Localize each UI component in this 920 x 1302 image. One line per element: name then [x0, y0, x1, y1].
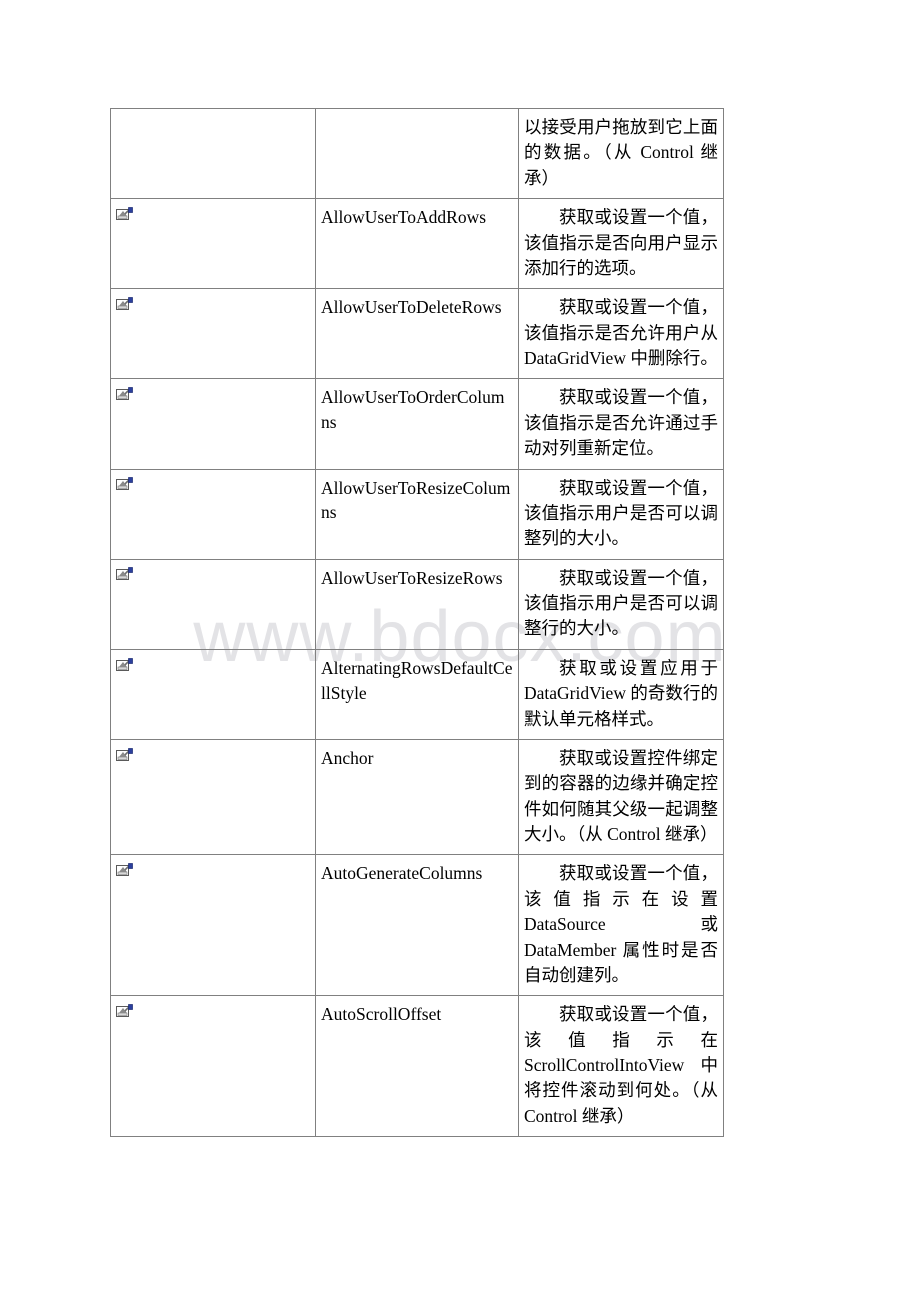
- property-description-text: 获取或设置一个值，该值指示用户是否可以调整列的大小。: [524, 477, 718, 549]
- property-description-cell: 获取或设置一个值，该值指示是否向用户显示添加行的选项。: [518, 198, 724, 290]
- property-description-text: 获取或设置一个值，该值指示在 ScrollControlIntoView 中将控…: [524, 1004, 718, 1126]
- property-name-cell: [315, 107, 519, 200]
- property-name-text: Anchor: [321, 747, 374, 768]
- property-icon-cell: [110, 558, 316, 650]
- property-name-text: AutoGenerateColumns: [321, 863, 483, 884]
- property-icon-cell: [110, 107, 316, 200]
- property-description-text: 获取或设置一个值，该值指示用户是否可以调整行的大小。: [524, 567, 718, 639]
- property-name-cell: AllowUserToResizeColumns: [315, 468, 519, 560]
- property-name-text: AllowUserToResizeColumns: [321, 477, 511, 523]
- property-description-cell: 获取或设置一个值，该值指示在 ScrollControlIntoView 中将控…: [518, 995, 724, 1138]
- table-row: Anchor 获取或设置控件绑定到的容器的边缘并确定控件如何随其父级一起调整大小。…: [110, 738, 724, 856]
- property-name-cell: Anchor: [315, 738, 519, 856]
- property-name-cell: AllowUserToOrderColumns: [315, 378, 519, 470]
- property-icon-cell: [110, 288, 316, 380]
- property-name-text: AutoScrollOffset: [321, 1004, 442, 1025]
- property-name-text: AllowUserToResizeRows: [321, 567, 503, 588]
- table-row: AllowUserToDeleteRows 获取或设置一个值，该值指示是否允许用户…: [110, 288, 724, 380]
- public-property-icon: [116, 747, 133, 763]
- table-row: AlternatingRowsDefaultCellStyle 获取或设置应用于 …: [110, 648, 724, 740]
- property-description-cell: 获取或设置一个值，该值指示用户是否可以调整行的大小。: [518, 558, 724, 650]
- table-row: AllowUserToResizeColumns 获取或设置一个值，该值指示用户是…: [110, 468, 724, 560]
- public-property-icon: [116, 567, 133, 582]
- table-row: AutoScrollOffset 获取或设置一个值，该值指示在 ScrollCon…: [110, 995, 724, 1138]
- property-description-text: 获取或设置一个值，该值指示是否允许通过手动对列重新定位。: [524, 387, 718, 459]
- property-icon-cell: [110, 738, 316, 856]
- property-name-text: AllowUserToOrderColumns: [321, 387, 505, 433]
- property-name-cell: AutoScrollOffset: [315, 995, 519, 1138]
- property-description-text: 以接受用户拖放到它上面的数据。（从 Control 继承）: [524, 117, 718, 188]
- public-property-icon: [116, 297, 133, 312]
- property-icon-cell: [110, 648, 316, 740]
- table-row: 以接受用户拖放到它上面的数据。（从 Control 继承）: [110, 107, 724, 200]
- property-description-cell: 获取或设置一个值，该值指示在设置 DataSource 或 DataMember…: [518, 854, 724, 997]
- public-property-icon: [116, 657, 133, 673]
- property-name-text: AllowUserToDeleteRows: [321, 297, 502, 318]
- public-property-icon: [116, 387, 133, 402]
- datagridview-properties-table: 以接受用户拖放到它上面的数据。（从 Control 继承） AllowUserTo…: [110, 107, 724, 1138]
- property-icon-cell: [110, 378, 316, 470]
- table-row: AllowUserToResizeRows 获取或设置一个值，该值指示用户是否可以…: [110, 558, 724, 650]
- property-icon-cell: [110, 995, 316, 1138]
- property-description-text: 获取或设置一个值，该值指示是否允许用户从 DataGridView 中删除行。: [524, 297, 718, 368]
- property-description-cell: 获取或设置一个值，该值指示是否允许用户从 DataGridView 中删除行。: [518, 288, 724, 380]
- property-description-text: 获取或设置一个值，该值指示在设置 DataSource 或 DataMember…: [524, 863, 718, 985]
- property-icon-cell: [110, 198, 316, 290]
- property-description-cell: 获取或设置一个值，该值指示是否允许通过手动对列重新定位。: [518, 378, 724, 470]
- property-description-cell: 获取或设置一个值，该值指示用户是否可以调整列的大小。: [518, 468, 724, 560]
- property-name-cell: AutoGenerateColumns: [315, 854, 519, 997]
- property-description-cell: 获取或设置控件绑定到的容器的边缘并确定控件如何随其父级一起调整大小。（从 Con…: [518, 738, 724, 856]
- property-icon-cell: [110, 468, 316, 560]
- public-property-icon: [116, 477, 133, 492]
- property-name-cell: AllowUserToDeleteRows: [315, 288, 519, 380]
- public-property-icon: [116, 863, 133, 878]
- public-property-icon: [116, 1004, 133, 1019]
- property-name-text: AllowUserToAddRows: [321, 207, 487, 228]
- property-name-cell: AlternatingRowsDefaultCellStyle: [315, 648, 519, 740]
- table-row: AutoGenerateColumns 获取或设置一个值，该值指示在设置 Data…: [110, 854, 724, 997]
- property-description-text: 获取或设置控件绑定到的容器的边缘并确定控件如何随其父级一起调整大小。（从 Con…: [524, 747, 718, 844]
- property-name-text: AlternatingRowsDefaultCellStyle: [321, 657, 513, 703]
- property-description-text: 获取或设置应用于 DataGridView 的奇数行的默认单元格样式。: [524, 657, 718, 729]
- property-description-cell: 以接受用户拖放到它上面的数据。（从 Control 继承）: [518, 107, 724, 200]
- table-row: AllowUserToOrderColumns 获取或设置一个值，该值指示是否允许…: [110, 378, 724, 470]
- property-name-cell: AllowUserToAddRows: [315, 198, 519, 290]
- property-description-text: 获取或设置一个值，该值指示是否向用户显示添加行的选项。: [524, 207, 718, 278]
- property-description-cell: 获取或设置应用于 DataGridView 的奇数行的默认单元格样式。: [518, 648, 724, 740]
- table-row: AllowUserToAddRows 获取或设置一个值，该值指示是否向用户显示添加…: [110, 198, 724, 290]
- document-page: 以接受用户拖放到它上面的数据。（从 Control 继承） AllowUserTo…: [0, 0, 920, 1302]
- property-name-cell: AllowUserToResizeRows: [315, 558, 519, 650]
- property-icon-cell: [110, 854, 316, 997]
- public-property-icon: [116, 207, 133, 222]
